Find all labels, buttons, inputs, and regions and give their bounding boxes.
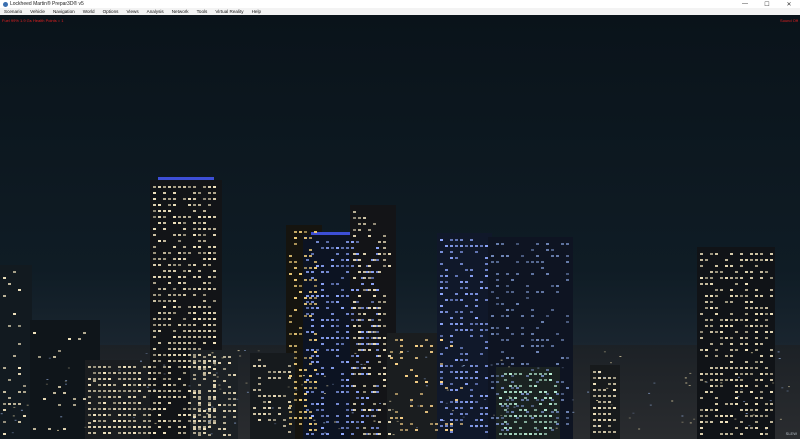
app-icon xyxy=(3,1,8,7)
menu-bar: Scenario Vehicle Navigation World Option… xyxy=(0,8,800,15)
city-skyline-scene xyxy=(0,177,800,439)
window-title: Lockheed Martin® Prepar3D® v5 xyxy=(10,1,84,7)
menu-vehicle[interactable]: Vehicle xyxy=(26,9,49,14)
right-tower xyxy=(697,247,775,439)
title-bar: Lockheed Martin® Prepar3D® v5 — ☐ ✕ xyxy=(0,0,800,8)
minimize-button[interactable]: — xyxy=(734,0,756,8)
menu-navigation[interactable]: Navigation xyxy=(49,9,79,14)
menu-options[interactable]: Options xyxy=(99,9,123,14)
left-edge-tower xyxy=(0,265,32,439)
close-button[interactable]: ✕ xyxy=(778,0,800,8)
menu-tools[interactable]: Tools xyxy=(193,9,212,14)
tall-lit-tower-roof-light xyxy=(158,177,214,180)
menu-help[interactable]: Help xyxy=(248,9,265,14)
menu-world[interactable]: World xyxy=(79,9,99,14)
menu-virtual-reality[interactable]: Virtual Reality xyxy=(211,9,247,14)
menu-analysis[interactable]: Analysis xyxy=(143,9,168,14)
simulator-viewport[interactable]: Fuel 99% 1.9 Gs Health Points = 1 Sound … xyxy=(0,15,800,439)
slew-indicator: SLEW xyxy=(785,431,797,436)
menu-scenario[interactable]: Scenario xyxy=(0,9,26,14)
hud-status-right: Sound Off xyxy=(780,18,798,23)
maximize-button[interactable]: ☐ xyxy=(756,0,778,8)
menu-network[interactable]: Network xyxy=(168,9,193,14)
menu-views[interactable]: Views xyxy=(122,9,142,14)
hud-status-left: Fuel 99% 1.9 Gs Health Points = 1 xyxy=(2,18,64,23)
